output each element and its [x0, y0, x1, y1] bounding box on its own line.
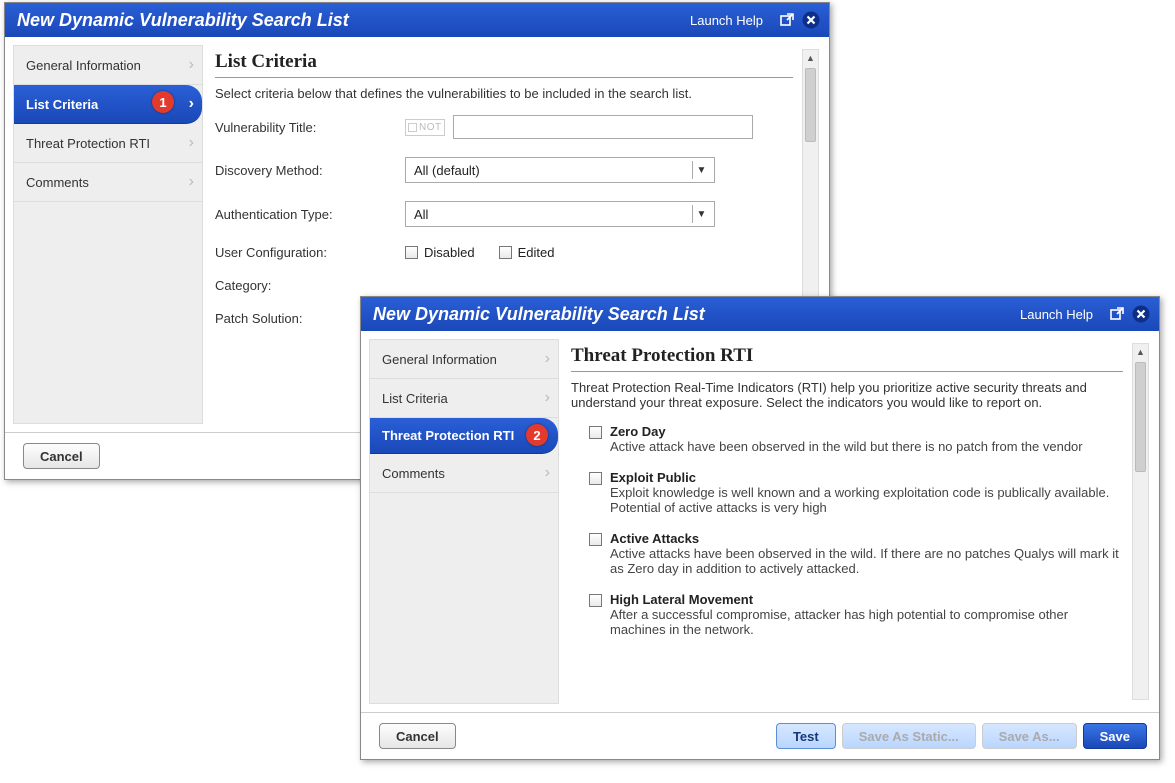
sidebar-item-general-information[interactable]: General Information › [370, 340, 558, 379]
select-value: All (default) [414, 163, 480, 178]
label-user-configuration: User Configuration: [215, 245, 405, 260]
sidebar-item-label: Threat Protection RTI [26, 136, 150, 151]
dialog-title: New Dynamic Vulnerability Search List [373, 304, 1020, 325]
scrollbar-thumb[interactable] [805, 68, 816, 142]
sidebar-item-label: Comments [382, 466, 445, 481]
test-button[interactable]: Test [776, 723, 836, 749]
rti-item-zero-day[interactable]: Zero Day Active attack have been observe… [589, 424, 1123, 454]
rti-desc: Active attacks have been observed in the… [610, 546, 1123, 576]
sidebar-item-label: General Information [382, 352, 497, 367]
content-threat-protection-rti: Threat Protection RTI Threat Protection … [567, 339, 1151, 704]
chevron-right-icon: › [189, 134, 194, 152]
sidebar-item-threat-protection-rti[interactable]: Threat Protection RTI 2 [370, 418, 558, 454]
dialog-threat-protection-rti: New Dynamic Vulnerability Search List La… [360, 296, 1160, 760]
scrollbar-thumb[interactable] [1135, 362, 1146, 472]
scrollbar-vertical[interactable]: ▲ [1132, 343, 1149, 700]
popout-icon[interactable] [1107, 304, 1127, 324]
step-badge-2: 2 [526, 424, 548, 446]
rti-name: Zero Day [610, 424, 1083, 439]
chevron-right-icon: › [545, 389, 550, 407]
chevron-right-icon: › [189, 95, 194, 113]
rti-item-active-attacks[interactable]: Active Attacks Active attacks have been … [589, 531, 1123, 576]
dialog-title: New Dynamic Vulnerability Search List [17, 10, 690, 31]
sidebar-item-threat-protection-rti[interactable]: Threat Protection RTI › [14, 124, 202, 163]
label-vulnerability-title: Vulnerability Title: [215, 120, 405, 135]
section-heading: List Criteria [215, 51, 793, 73]
rti-desc: After a successful compromise, attacker … [610, 607, 1123, 637]
dialog-footer: Cancel Test Save As Static... Save As...… [361, 712, 1159, 759]
close-icon[interactable] [1131, 304, 1151, 324]
sidebar: General Information › List Criteria › 1 … [13, 45, 203, 424]
sidebar-item-list-criteria[interactable]: List Criteria › 1 [14, 85, 202, 124]
step-badge-1: 1 [152, 91, 174, 113]
chevron-right-icon: › [545, 464, 550, 482]
label-discovery-method: Discovery Method: [215, 163, 405, 178]
sidebar-item-label: Comments [26, 175, 89, 190]
checkbox-icon[interactable] [589, 594, 602, 607]
launch-help-link[interactable]: Launch Help [1020, 307, 1093, 322]
chevron-right-icon: › [189, 173, 194, 191]
save-as-button[interactable]: Save As... [982, 723, 1077, 749]
close-icon[interactable] [801, 10, 821, 30]
rti-name: Active Attacks [610, 531, 1123, 546]
select-value: All [414, 207, 428, 222]
sidebar-item-label: Threat Protection RTI [382, 428, 514, 443]
not-toggle[interactable]: NOT [405, 119, 445, 136]
section-heading: Threat Protection RTI [571, 345, 1123, 367]
sidebar-item-label: List Criteria [382, 391, 448, 406]
titlebar[interactable]: New Dynamic Vulnerability Search List La… [5, 3, 829, 37]
scroll-up-icon[interactable]: ▲ [1133, 344, 1148, 360]
label-category: Category: [215, 278, 405, 293]
rti-desc: Exploit knowledge is well known and a wo… [610, 485, 1123, 515]
authentication-type-select[interactable]: All ▼ [405, 201, 715, 227]
section-desc: Threat Protection Real-Time Indicators (… [571, 380, 1123, 410]
save-button[interactable]: Save [1083, 723, 1147, 749]
chevron-right-icon: › [545, 350, 550, 368]
chevron-down-icon: ▼ [692, 161, 710, 179]
sidebar-item-comments[interactable]: Comments › [370, 454, 558, 493]
checkbox-icon[interactable] [589, 426, 602, 439]
chevron-down-icon: ▼ [692, 205, 710, 223]
popout-icon[interactable] [777, 10, 797, 30]
sidebar-item-label: General Information [26, 58, 141, 73]
rti-name: High Lateral Movement [610, 592, 1123, 607]
launch-help-link[interactable]: Launch Help [690, 13, 763, 28]
rti-desc: Active attack have been observed in the … [610, 439, 1083, 454]
checkbox-icon[interactable] [589, 472, 602, 485]
scroll-up-icon[interactable]: ▲ [803, 50, 818, 66]
chevron-right-icon: › [189, 56, 194, 74]
sidebar-item-label: List Criteria [26, 97, 98, 112]
sidebar: General Information › List Criteria › Th… [369, 339, 559, 704]
sidebar-item-general-information[interactable]: General Information › [14, 46, 202, 85]
sidebar-item-comments[interactable]: Comments › [14, 163, 202, 202]
checkbox-disabled[interactable]: Disabled [405, 245, 475, 260]
label-authentication-type: Authentication Type: [215, 207, 405, 222]
titlebar[interactable]: New Dynamic Vulnerability Search List La… [361, 297, 1159, 331]
sidebar-item-list-criteria[interactable]: List Criteria › [370, 379, 558, 418]
checkbox-edited[interactable]: Edited [499, 245, 555, 260]
rti-item-exploit-public[interactable]: Exploit Public Exploit knowledge is well… [589, 470, 1123, 515]
section-desc: Select criteria below that defines the v… [215, 86, 793, 101]
discovery-method-select[interactable]: All (default) ▼ [405, 157, 715, 183]
rti-name: Exploit Public [610, 470, 1123, 485]
checkbox-icon[interactable] [589, 533, 602, 546]
cancel-button[interactable]: Cancel [379, 723, 456, 749]
rti-item-high-lateral-movement[interactable]: High Lateral Movement After a successful… [589, 592, 1123, 637]
cancel-button[interactable]: Cancel [23, 443, 100, 469]
save-as-static-button[interactable]: Save As Static... [842, 723, 976, 749]
vulnerability-title-input[interactable] [453, 115, 753, 139]
